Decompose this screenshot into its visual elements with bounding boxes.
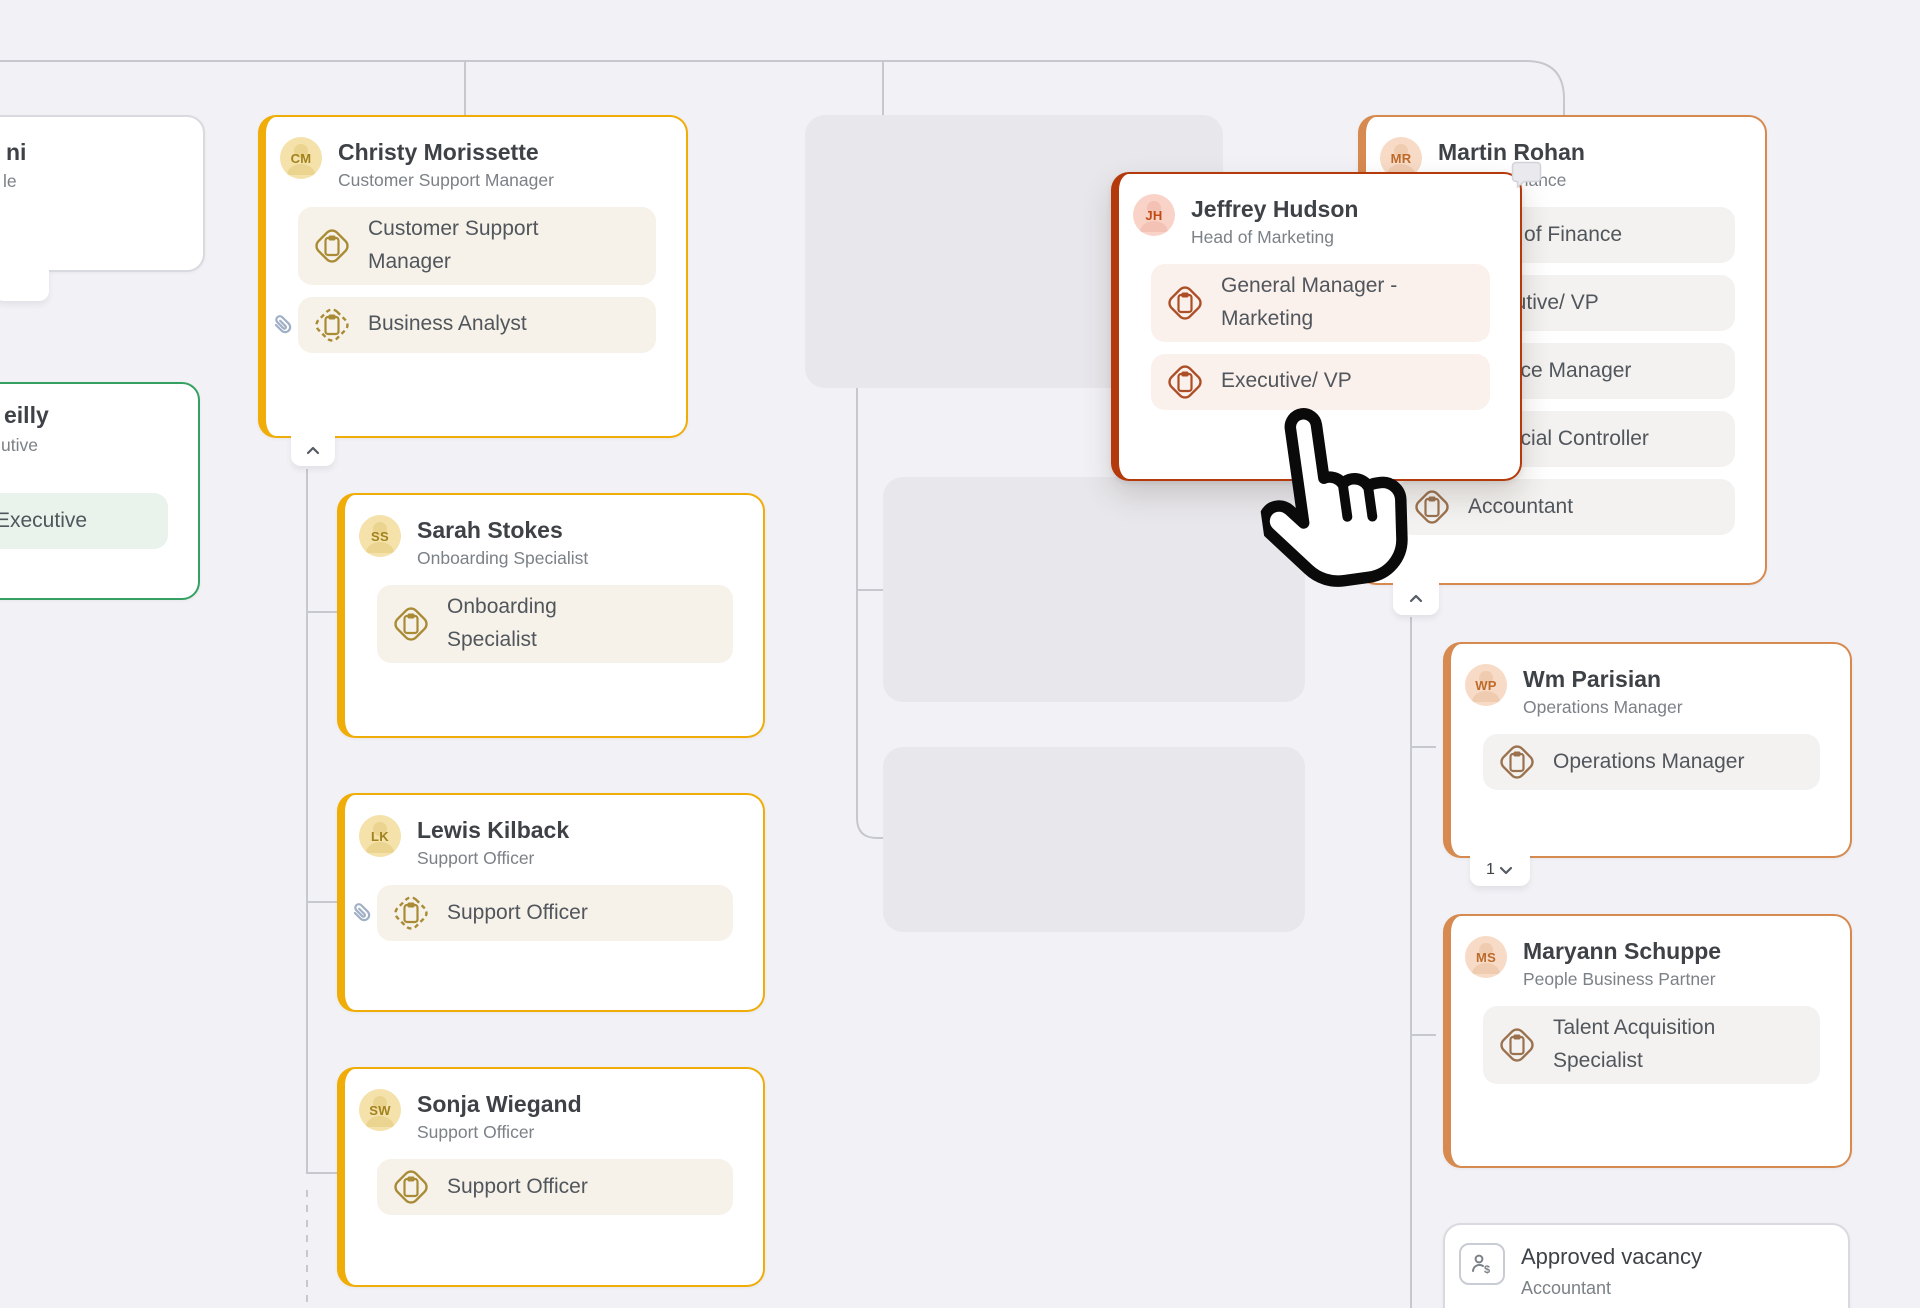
avatar: JH — [1133, 194, 1175, 236]
clipboard-diamond-icon — [389, 602, 433, 646]
clipboard-diamond-icon — [389, 1165, 433, 1209]
employee-title: Support Officer — [417, 848, 569, 869]
drag-hand-pointer — [1247, 389, 1438, 614]
clipboard-diamond-dashed-icon — [310, 303, 354, 347]
ghost-card — [883, 747, 1305, 932]
role-chip[interactable]: Executive — [0, 493, 168, 549]
employee-card-lewis-kilback[interactable]: LK Lewis Kilback Support Officer Support… — [337, 793, 765, 1012]
employee-card-wm-parisian[interactable]: WP Wm Parisian Operations Manager Operat… — [1443, 642, 1852, 858]
employee-title: Operations Manager — [1523, 697, 1683, 718]
expand-children-button[interactable]: 1 — [1470, 854, 1530, 886]
collapsed-count: 1 — [1486, 861, 1495, 879]
employee-name: Lewis Kilback — [417, 815, 569, 843]
avatar: CM — [280, 137, 322, 179]
employee-title: Support Officer — [417, 1122, 582, 1143]
employee-title: utive — [1, 435, 38, 456]
vacancy-role: Accountant — [1521, 1278, 1702, 1299]
employee-title: Head of Marketing — [1191, 227, 1358, 248]
vacancy-title: Approved vacancy — [1521, 1243, 1702, 1270]
employee-name: Jeffrey Hudson — [1191, 194, 1358, 222]
avatar: MS — [1465, 936, 1507, 978]
role-chip[interactable]: Onboarding Specialist — [377, 585, 733, 662]
employee-card-partial-green[interactable]: eilly utive Executive — [0, 382, 200, 600]
clipboard-diamond-icon — [310, 224, 354, 268]
employee-card-maryann-schuppe[interactable]: MS Maryann Schuppe People Business Partn… — [1443, 914, 1852, 1168]
role-chip[interactable]: Support Officer — [377, 1159, 733, 1215]
clipboard-diamond-icon — [1495, 740, 1539, 784]
role-chip[interactable]: Accountant — [1398, 479, 1735, 535]
employee-title: Onboarding Specialist — [417, 548, 588, 569]
employee-name: ni — [6, 139, 26, 166]
avatar: WP — [1465, 664, 1507, 706]
employee-name: Maryann Schuppe — [1523, 936, 1721, 964]
avatar: SS — [359, 515, 401, 557]
comment-bubble-icon[interactable] — [1511, 160, 1543, 188]
svg-text:$: $ — [1484, 1264, 1490, 1276]
ghost-card — [883, 477, 1305, 702]
employee-name: eilly — [4, 402, 49, 429]
employee-title: le — [3, 171, 17, 192]
role-chip[interactable]: Customer Support Manager — [298, 207, 656, 284]
role-chip[interactable]: Support Officer — [377, 885, 733, 941]
clipboard-diamond-icon — [1163, 281, 1207, 325]
employee-name: Wm Parisian — [1523, 664, 1683, 692]
employee-title: People Business Partner — [1523, 969, 1721, 990]
employee-card-partial-top-left[interactable]: ni le — [0, 115, 205, 272]
role-chip[interactable]: Operations Manager — [1483, 734, 1820, 790]
approved-vacancy-card[interactable]: $ Approved vacancy Accountant — [1443, 1223, 1850, 1308]
employee-card-sarah-stokes[interactable]: SS Sarah Stokes Onboarding Specialist On… — [337, 493, 765, 738]
role-chip[interactable]: General Manager - Marketing — [1151, 264, 1490, 341]
clipboard-diamond-dashed-icon — [389, 891, 433, 935]
employee-card-christy-morissette[interactable]: CM Christy Morissette Customer Support M… — [258, 115, 688, 438]
collapse-button[interactable] — [291, 434, 335, 466]
employee-name: Christy Morissette — [338, 137, 554, 165]
avatar: LK — [359, 815, 401, 857]
paperclip-icon — [266, 308, 300, 342]
employee-name: Sonja Wiegand — [417, 1089, 582, 1117]
role-chip[interactable]: Talent Acquisition Specialist — [1483, 1006, 1820, 1083]
employee-title: Customer Support Manager — [338, 170, 554, 191]
person-dollar-icon: $ — [1459, 1243, 1505, 1285]
employee-card-sonja-wiegand[interactable]: SW Sonja Wiegand Support Officer Support… — [337, 1067, 765, 1287]
chevron-up-icon — [304, 444, 322, 456]
collapse-button[interactable] — [0, 268, 49, 301]
avatar: SW — [359, 1089, 401, 1131]
paperclip-icon — [345, 896, 379, 930]
role-chip[interactable]: Business Analyst — [298, 297, 656, 353]
clipboard-diamond-icon — [1163, 360, 1207, 404]
employee-name: Sarah Stokes — [417, 515, 588, 543]
clipboard-diamond-icon — [1495, 1023, 1539, 1067]
chevron-down-icon — [1498, 865, 1514, 876]
